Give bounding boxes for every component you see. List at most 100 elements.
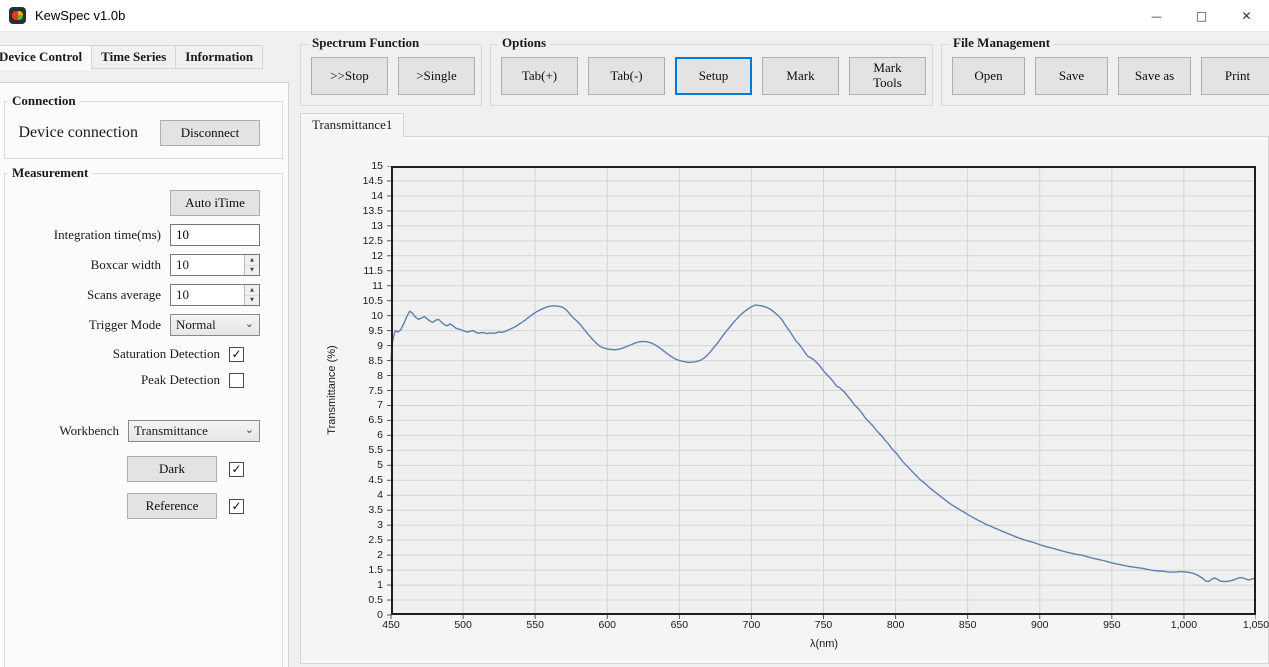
y-tick-label: 9.5 <box>303 325 383 337</box>
chevron-down-icon: ⌄ <box>245 423 254 436</box>
y-tick-label: 2.5 <box>303 534 383 546</box>
y-tick-label: 4.5 <box>303 474 383 486</box>
x-tick-label: 1,050 <box>1226 619 1269 631</box>
y-tick-label: 8.5 <box>303 355 383 367</box>
auto-itime-button[interactable]: Auto iTime <box>170 190 260 216</box>
reference-checkbox[interactable]: ✓ <box>229 499 244 514</box>
workbench-value: Transmittance <box>134 423 208 439</box>
disconnect-button[interactable]: Disconnect <box>160 120 260 146</box>
reference-button[interactable]: Reference <box>127 493 217 519</box>
file-management-title: File Management <box>949 35 1054 51</box>
save-button[interactable]: Save <box>1035 57 1108 95</box>
integration-time-input[interactable]: 10 <box>170 224 260 246</box>
y-tick-label: 3.5 <box>303 504 383 516</box>
maximize-icon: □ <box>1196 9 1207 23</box>
y-tick-label: 12 <box>303 250 383 262</box>
saturation-detection-checkbox[interactable]: ✓ <box>229 347 244 362</box>
scans-average-label: Scans average <box>87 287 161 303</box>
stop-button[interactable]: >>Stop <box>311 57 388 95</box>
print-button[interactable]: Print <box>1201 57 1269 95</box>
mark-tools-button[interactable]: Mark Tools <box>849 57 926 95</box>
options-title: Options <box>498 35 550 51</box>
y-tick-label: 4 <box>303 489 383 501</box>
connection-group-title: Connection <box>8 93 80 109</box>
spin-down-icon[interactable]: ▼ <box>245 266 259 276</box>
device-control-pane: Connection Device connection Disconnect … <box>0 82 289 667</box>
spectrum-plot[interactable] <box>387 166 1256 619</box>
window-controls: — □ ✕ <box>1134 0 1269 32</box>
y-tick-label: 11.5 <box>303 265 383 277</box>
x-tick-label: 500 <box>433 619 493 631</box>
mark-button[interactable]: Mark <box>762 57 839 95</box>
spectrum-function-title: Spectrum Function <box>308 35 423 51</box>
measurement-group: Measurement Auto iTime Integration time(… <box>4 173 283 667</box>
tab-device-control[interactable]: Device Control <box>0 45 92 70</box>
spin-up-icon[interactable]: ▲ <box>245 255 259 266</box>
minimize-button[interactable]: — <box>1134 0 1179 32</box>
spectrum-function-group: Spectrum Function >>Stop >Single <box>300 44 482 106</box>
tab-time-series[interactable]: Time Series <box>92 45 176 69</box>
measurement-group-title: Measurement <box>8 165 92 181</box>
workbench-select[interactable]: Transmittance ⌄ <box>128 420 260 442</box>
scans-average-value: 10 <box>171 285 244 305</box>
tab-transmittance1[interactable]: Transmittance1 <box>300 113 404 137</box>
tab-plus-button[interactable]: Tab(+) <box>501 57 578 95</box>
maximize-button[interactable]: □ <box>1179 0 1224 32</box>
x-axis-title: λ(nm) <box>749 638 899 650</box>
y-tick-label: 8 <box>303 370 383 382</box>
y-tick-label: 10.5 <box>303 295 383 307</box>
y-tick-label: 7.5 <box>303 385 383 397</box>
y-tick-label: 14.5 <box>303 175 383 187</box>
x-tick-label: 600 <box>577 619 637 631</box>
close-icon: ✕ <box>1241 9 1251 23</box>
app-icon <box>9 7 26 24</box>
save-as-button[interactable]: Save as <box>1118 57 1191 95</box>
trigger-mode-value: Normal <box>176 317 216 333</box>
title-bar: KewSpec v1.0b — □ ✕ <box>0 0 1269 32</box>
y-tick-label: 5 <box>303 459 383 471</box>
x-tick-label: 900 <box>1010 619 1070 631</box>
app-window: KewSpec v1.0b — □ ✕ Device Control Time … <box>0 0 1269 667</box>
dark-checkbox[interactable]: ✓ <box>229 462 244 477</box>
boxcar-width-spinner[interactable]: 10 ▲ ▼ <box>170 254 260 276</box>
main-area: Spectrum Function >>Stop >Single Options… <box>288 32 1269 667</box>
close-button[interactable]: ✕ <box>1224 0 1269 32</box>
y-tick-label: 10 <box>303 310 383 322</box>
device-panel: Device Control Time Series Information C… <box>0 32 288 667</box>
y-tick-label: 0.5 <box>303 594 383 606</box>
y-tick-label: 14 <box>303 190 383 202</box>
workbench-label: Workbench <box>59 423 119 439</box>
tab-information[interactable]: Information <box>176 45 263 69</box>
x-tick-label: 700 <box>721 619 781 631</box>
setup-button[interactable]: Setup <box>675 57 752 95</box>
x-tick-label: 950 <box>1082 619 1142 631</box>
peak-detection-label: Peak Detection <box>141 372 220 388</box>
integration-time-label: Integration time(ms) <box>54 227 161 243</box>
x-tick-label: 650 <box>649 619 709 631</box>
spin-up-icon[interactable]: ▲ <box>245 285 259 296</box>
boxcar-width-label: Boxcar width <box>91 257 161 273</box>
y-tick-label: 15 <box>303 160 383 172</box>
spin-down-icon[interactable]: ▼ <box>245 296 259 306</box>
options-group: Options Tab(+) Tab(-) Setup Mark Mark To… <box>490 44 933 106</box>
x-tick-label: 1,000 <box>1154 619 1214 631</box>
trigger-mode-select[interactable]: Normal ⌄ <box>170 314 260 336</box>
open-button[interactable]: Open <box>952 57 1025 95</box>
y-tick-label: 13 <box>303 220 383 232</box>
connection-group: Connection Device connection Disconnect <box>4 101 283 159</box>
peak-detection-checkbox[interactable] <box>229 373 244 388</box>
scans-average-spinner[interactable]: 10 ▲ ▼ <box>170 284 260 306</box>
y-tick-label: 7 <box>303 399 383 411</box>
x-tick-label: 800 <box>866 619 926 631</box>
single-button[interactable]: >Single <box>398 57 475 95</box>
y-tick-label: 5.5 <box>303 444 383 456</box>
trigger-mode-label: Trigger Mode <box>89 317 161 333</box>
y-tick-label: 3 <box>303 519 383 531</box>
dark-button[interactable]: Dark <box>127 456 217 482</box>
y-tick-label: 6 <box>303 429 383 441</box>
left-tabbar: Device Control Time Series Information <box>0 45 288 69</box>
window-title: KewSpec v1.0b <box>35 8 125 23</box>
y-tick-label: 11 <box>303 280 383 292</box>
tab-minus-button[interactable]: Tab(-) <box>588 57 665 95</box>
y-tick-label: 12.5 <box>303 235 383 247</box>
